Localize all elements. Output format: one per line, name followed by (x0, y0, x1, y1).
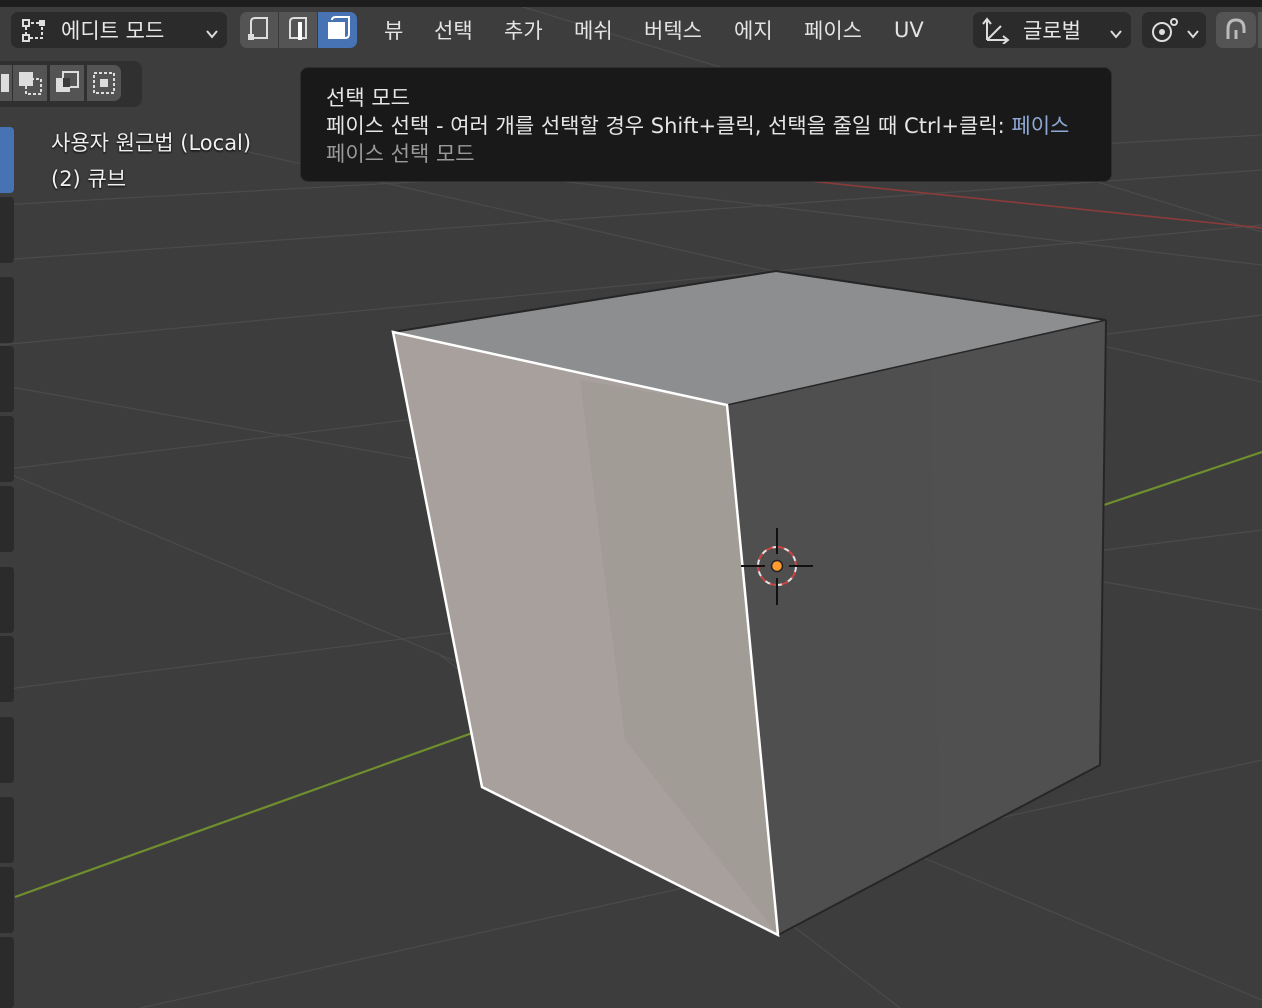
pivot-point-icon (1150, 17, 1180, 48)
menu-mesh[interactable]: 메쉬 (574, 12, 613, 48)
vertex-select-icon (245, 14, 273, 46)
proportional-edit-button-edge[interactable] (1258, 12, 1262, 48)
edge-select-button[interactable] (279, 12, 318, 48)
menu-select-label: 선택 (434, 19, 473, 43)
face-select-icon (324, 14, 352, 46)
mode-label: 에디트 모드 (61, 19, 165, 43)
view-name-text: 사용자 원근법 (Local) (51, 131, 252, 155)
pivot-point-dropdown[interactable] (1142, 12, 1206, 48)
menu-face-label: 페이스 (804, 19, 862, 43)
toolbar-tool-measure[interactable] (0, 636, 14, 702)
chevron-down-icon (1186, 22, 1200, 46)
chevron-down-icon (1109, 22, 1123, 46)
x-axis-line (779, 177, 1262, 229)
toolbar-tool-scale[interactable] (0, 416, 14, 482)
tooltip-description: 페이스 선택 - 여러 개를 선택할 경우 Shift+클릭, 선택을 줄일 때… (326, 114, 1005, 138)
invert-selection-button[interactable] (87, 65, 121, 101)
menu-face[interactable]: 페이스 (804, 12, 862, 48)
toolbar-tool-transform[interactable] (0, 486, 14, 552)
toolbar-tool-rotate[interactable] (0, 346, 14, 412)
mode-dropdown[interactable]: 에디트 모드 (11, 12, 227, 48)
toolbar-tool-bevel[interactable] (0, 937, 14, 1008)
subtract-selection-button[interactable] (50, 65, 84, 101)
tooltip-title: 선택 모드 (326, 86, 410, 110)
snap-toggle-button[interactable] (1216, 12, 1256, 48)
magnet-icon (1222, 17, 1250, 47)
toolbar-tool-annotate[interactable] (0, 567, 14, 633)
tooltip-subtitle: 페이스 선택 모드 (326, 142, 475, 166)
cube-mesh[interactable] (391, 269, 1107, 938)
menu-view-label: 뷰 (384, 19, 404, 43)
menu-add[interactable]: 추가 (504, 12, 543, 48)
y-axis-line-far (1103, 450, 1262, 507)
menu-select[interactable]: 선택 (434, 12, 473, 48)
object-info-text: (2) 큐브 (51, 167, 127, 191)
extend-selection-button[interactable] (13, 65, 47, 101)
box-select-mode-row (0, 61, 142, 107)
menu-edge-label: 에지 (734, 19, 773, 43)
orientation-label: 글로벌 (1023, 19, 1081, 43)
face-select-button[interactable] (318, 12, 357, 48)
object-origin-dot (770, 559, 784, 573)
viewport-header: 에디트 모드 뷰 선택 추가 메쉬 버텍스 에지 페이스 UV 글로벌 (0, 7, 1262, 53)
tooltip-description-line: 페이스 선택 - 여러 개를 선택할 경우 Shift+클릭, 선택을 줄일 때… (326, 112, 1086, 140)
menu-vertex[interactable]: 버텍스 (644, 12, 702, 48)
transform-orientation-icon (981, 16, 1011, 49)
toolbar-tool-inset[interactable] (0, 867, 14, 933)
toolbar-tool-add-cube[interactable] (0, 717, 14, 783)
toolbar-tool-cursor[interactable] (0, 197, 14, 263)
new-selection-button[interactable] (0, 65, 12, 101)
tooltip-keyword: 페이스 (1011, 114, 1070, 138)
menu-vertex-label: 버텍스 (644, 19, 702, 43)
menu-view[interactable]: 뷰 (384, 12, 403, 48)
menu-mesh-label: 메쉬 (574, 19, 613, 43)
select-mode-group (240, 12, 357, 48)
transform-orientation-dropdown[interactable]: 글로벌 (973, 12, 1131, 48)
menu-uv-label: UV (894, 18, 924, 42)
top-bar-edge (0, 0, 1262, 7)
menu-uv[interactable]: UV (894, 12, 924, 48)
vertex-select-button[interactable] (240, 12, 279, 48)
edge-select-icon (284, 14, 312, 46)
menu-edge[interactable]: 에지 (734, 12, 773, 48)
tooltip: 선택 모드 페이스 선택 - 여러 개를 선택할 경우 Shift+클릭, 선택… (300, 67, 1112, 182)
toolbar-tool-select[interactable] (0, 127, 14, 193)
menu-add-label: 추가 (504, 19, 543, 43)
toolbar-tool-extrude[interactable] (0, 797, 14, 863)
edit-mode-icon (19, 16, 49, 49)
chevron-down-icon (205, 22, 219, 46)
toolbar-tool-move[interactable] (0, 277, 14, 343)
